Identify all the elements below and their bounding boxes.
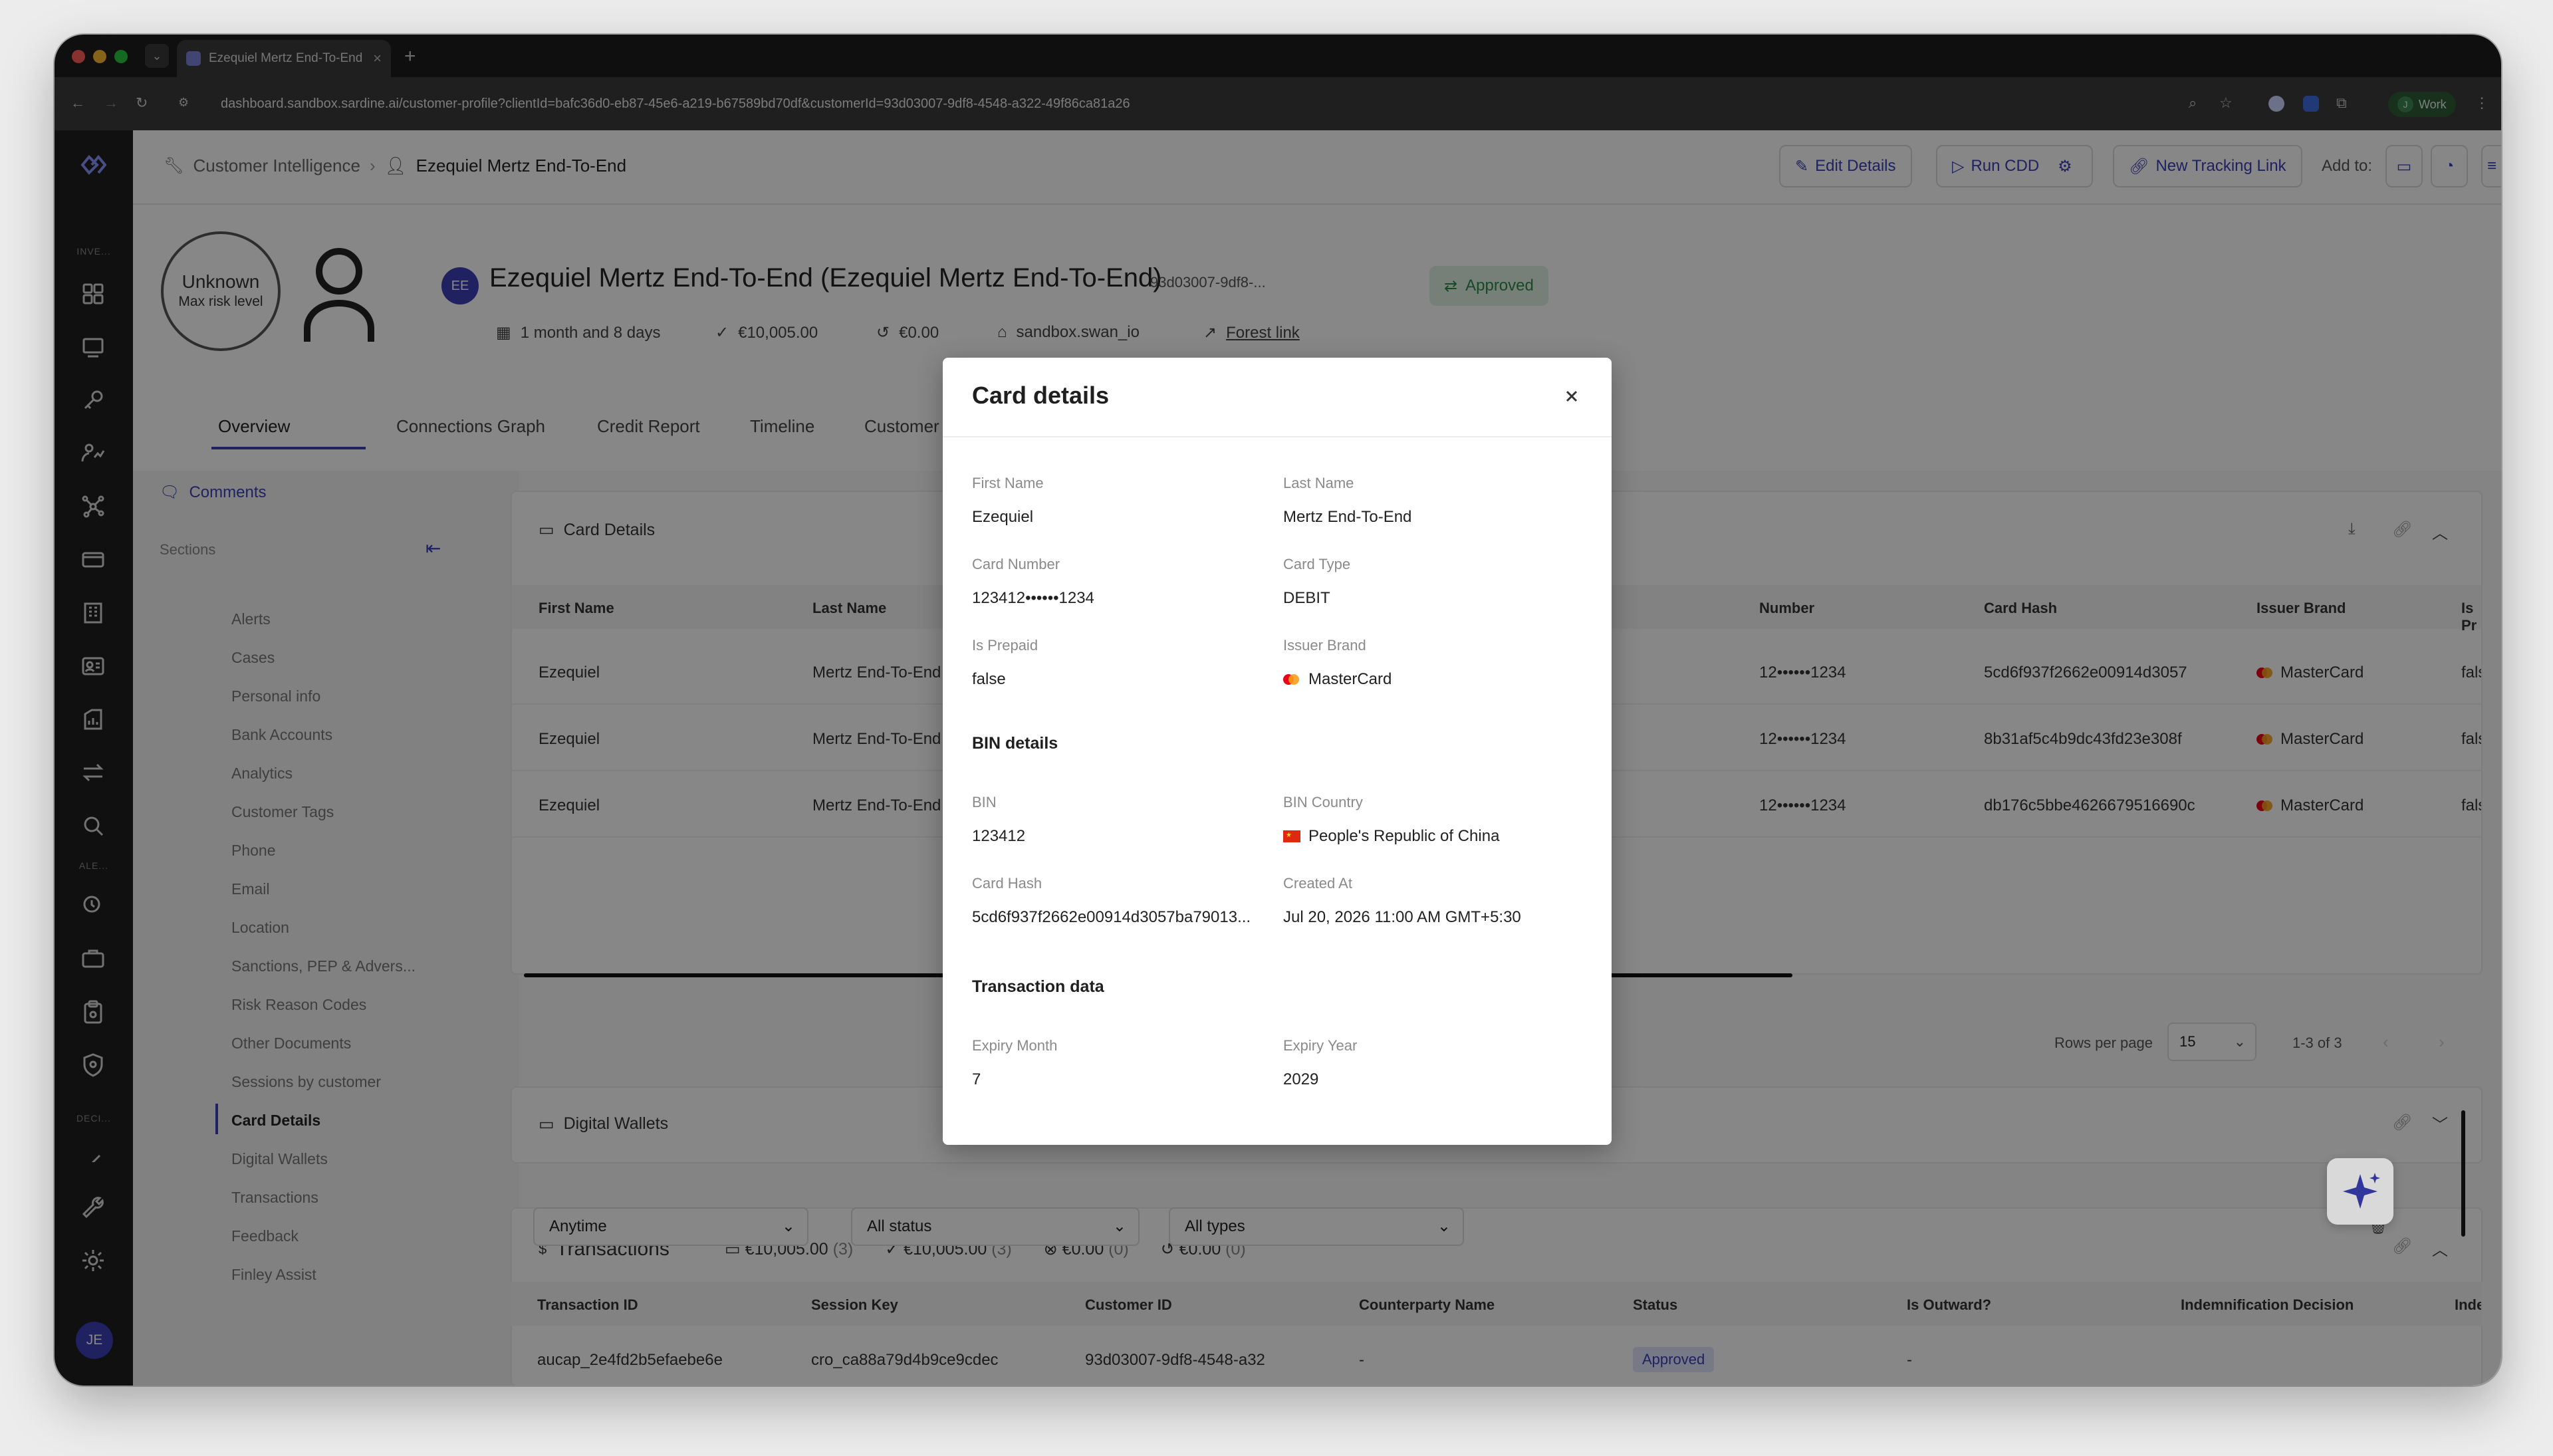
bin-details-heading: BIN details (972, 734, 1058, 753)
browser-window: ⌄ Ezequiel Mertz End-To-End | × + ← → ↻ … (55, 35, 2501, 1386)
is-prepaid-label: Is Prepaid (972, 637, 1038, 654)
first-name-value: Ezequiel (972, 508, 1034, 526)
modal-title: Card details (972, 382, 1110, 409)
card-number-label: Card Number (972, 556, 1060, 572)
expiry-year-label: Expiry Year (1283, 1037, 1358, 1054)
created-at-label: Created At (1283, 875, 1352, 892)
issuer-brand-value: MasterCard (1283, 670, 1392, 689)
mastercard-icon (1283, 674, 1299, 685)
is-prepaid-value: false (972, 670, 1006, 688)
finley-assist-dim (2327, 1158, 2393, 1225)
first-name-label: First Name (972, 475, 1044, 491)
last-name-label: Last Name (1283, 475, 1354, 491)
last-name-value: Mertz End-To-End (1283, 508, 1412, 526)
card-number-value: 123412••••••1234 (972, 589, 1094, 607)
china-flag-icon: ★ (1283, 830, 1300, 842)
issuer-brand-text: MasterCard (1308, 670, 1392, 688)
card-details-modal: Card details First Name Ezequiel Last Na… (943, 358, 1612, 1145)
expiry-month-label: Expiry Month (972, 1037, 1058, 1054)
bin-value: 123412 (972, 827, 1026, 845)
bin-country-text: People's Republic of China (1308, 827, 1500, 845)
close-icon[interactable] (1558, 383, 1585, 410)
expiry-year-value: 2029 (1283, 1070, 1319, 1088)
created-at-value: Jul 20, 2026 11:00 AM GMT+5:30 (1283, 908, 1521, 926)
bin-country-value: ★ People's Republic of China (1283, 827, 1499, 846)
transaction-data-heading: Transaction data (972, 977, 1104, 996)
issuer-brand-label: Issuer Brand (1283, 637, 1366, 654)
card-hash-label: Card Hash (972, 875, 1042, 892)
expiry-month-value: 7 (972, 1070, 981, 1088)
bin-label: BIN (972, 794, 997, 810)
card-hash-value: 5cd6f937f2662e00914d3057ba79013... (972, 908, 1251, 926)
bin-country-label: BIN Country (1283, 794, 1363, 810)
card-type-label: Card Type (1283, 556, 1351, 572)
modal-divider (943, 436, 1612, 437)
card-type-value: DEBIT (1283, 589, 1330, 607)
